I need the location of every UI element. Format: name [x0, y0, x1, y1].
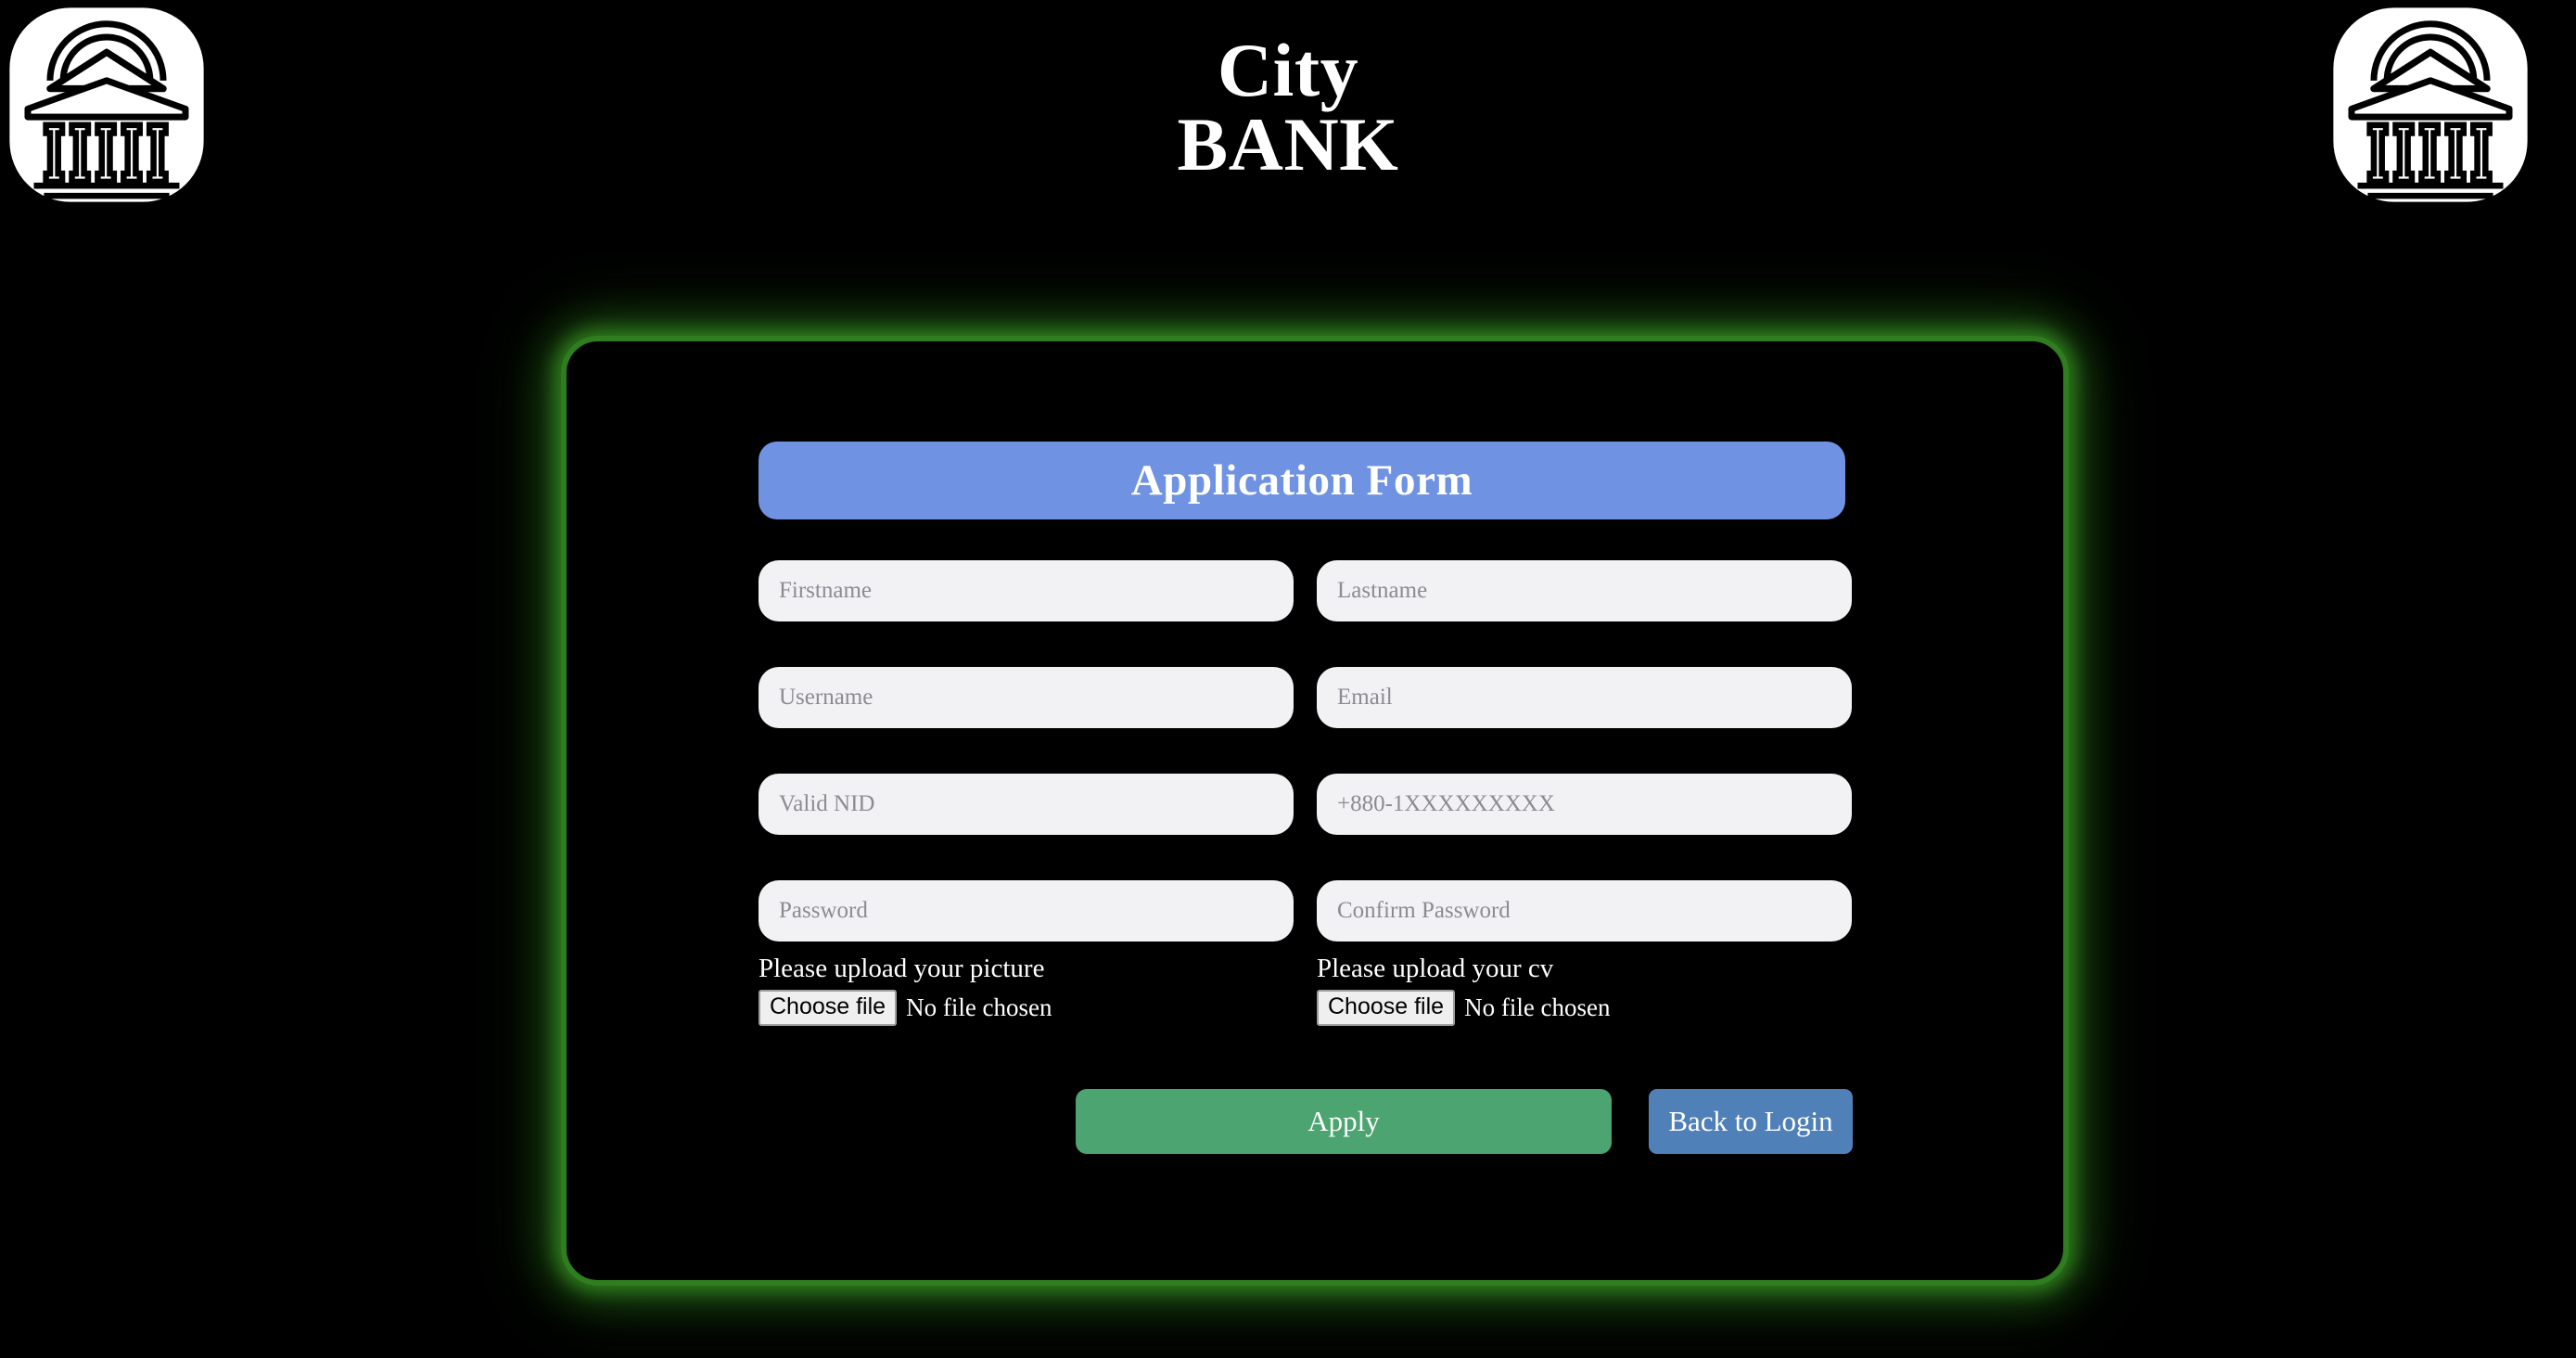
confirm-password-input[interactable] [1317, 880, 1852, 942]
valid-nid-input[interactable] [759, 774, 1294, 835]
brand-title-line-2: BANK [1177, 102, 1399, 187]
form-title-bar: Application Form [759, 442, 1845, 519]
back-to-login-button[interactable]: Back to Login [1649, 1089, 1853, 1154]
picture-upload-block: Please upload your picture Choose file N… [759, 954, 1294, 1026]
picture-choose-file-button[interactable]: Choose file [759, 989, 898, 1026]
application-form-card-inner: Application Form Please uploa [567, 341, 2063, 1280]
page-title: Application Form [1130, 456, 1473, 505]
bank-building-icon [2333, 7, 2528, 202]
field-row [759, 667, 1853, 728]
apply-button[interactable]: Apply [1076, 1089, 1612, 1154]
upload-row: Please upload your picture Choose file N… [759, 954, 1853, 1026]
form-action-row: Apply Back to Login [759, 1089, 1853, 1154]
picture-file-status: No file chosen [906, 993, 1052, 1021]
field-row [759, 560, 1853, 621]
brand-title-line-1: City [1217, 28, 1359, 112]
field-row [759, 774, 1853, 835]
cv-file-status: No file chosen [1464, 993, 1611, 1021]
cv-file-field: Choose file No file chosen [1317, 989, 1852, 1026]
password-input[interactable] [759, 880, 1294, 942]
form-field-grid [759, 560, 1853, 942]
brand-title: City BANK [0, 28, 2576, 187]
picture-file-field: Choose file No file chosen [759, 989, 1294, 1026]
page-header: City BANK [0, 0, 2576, 213]
firstname-input[interactable] [759, 560, 1294, 621]
picture-upload-label: Please upload your picture [759, 954, 1045, 983]
email-input[interactable] [1317, 667, 1852, 728]
cv-upload-block: Please upload your cv Choose file No fil… [1317, 954, 1852, 1026]
cv-choose-file-button[interactable]: Choose file [1317, 989, 1456, 1026]
phone-input[interactable] [1317, 774, 1852, 835]
field-row [759, 880, 1853, 942]
username-input[interactable] [759, 667, 1294, 728]
application-form-card: Application Form Please uploa [561, 336, 2069, 1286]
cv-upload-label: Please upload your cv [1317, 954, 1554, 983]
lastname-input[interactable] [1317, 560, 1852, 621]
